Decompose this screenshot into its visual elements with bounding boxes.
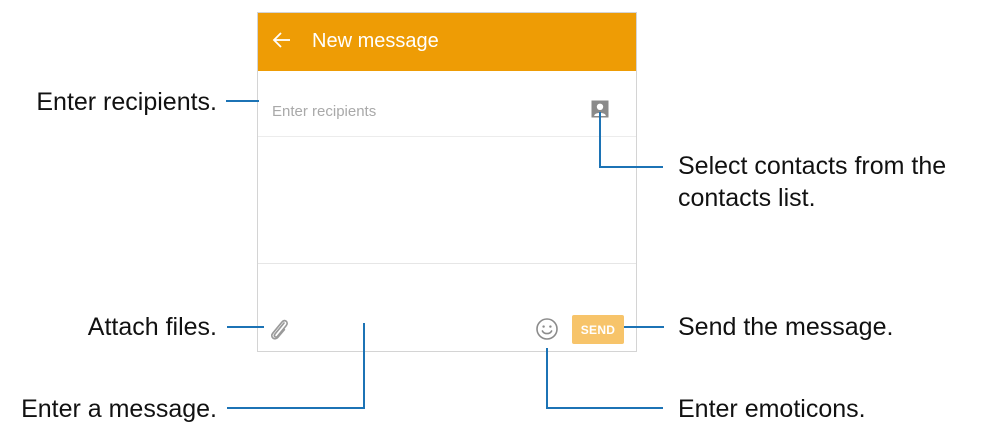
message-area bbox=[258, 137, 636, 264]
send-button[interactable]: SEND bbox=[572, 315, 624, 344]
phone-screen: New message SEND bbox=[257, 12, 637, 352]
callout-enter-emoticons: Enter emoticons. bbox=[678, 395, 866, 423]
compose-bar: SEND bbox=[258, 264, 636, 351]
leader-line-contacts-horizontal bbox=[599, 166, 663, 168]
message-input[interactable] bbox=[302, 316, 522, 338]
leader-line-attach bbox=[227, 326, 264, 328]
leader-line-contacts-vertical bbox=[599, 112, 601, 168]
callout-select-contacts-line2: contacts list. bbox=[678, 184, 816, 212]
app-bar: New message bbox=[258, 13, 636, 71]
callout-enter-recipients: Enter recipients. bbox=[36, 88, 217, 116]
leader-line-emoticons-horizontal bbox=[546, 407, 663, 409]
back-arrow-icon[interactable] bbox=[271, 29, 293, 51]
leader-line-recipients bbox=[226, 100, 259, 102]
callout-send-message: Send the message. bbox=[678, 313, 894, 341]
leader-line-message-vertical bbox=[363, 323, 365, 409]
paperclip-icon[interactable] bbox=[267, 317, 291, 343]
page-title: New message bbox=[312, 30, 439, 52]
leader-line-send bbox=[624, 326, 664, 328]
leader-line-message-horizontal bbox=[227, 407, 365, 409]
smiley-icon[interactable] bbox=[535, 317, 559, 341]
leader-line-emoticons-vertical bbox=[546, 348, 548, 409]
callout-select-contacts-line1: Select contacts from the bbox=[678, 152, 947, 180]
recipients-input[interactable] bbox=[272, 101, 572, 121]
callout-enter-message: Enter a message. bbox=[21, 395, 217, 423]
recipients-row bbox=[258, 71, 636, 137]
callout-attach-files: Attach files. bbox=[87, 313, 217, 341]
